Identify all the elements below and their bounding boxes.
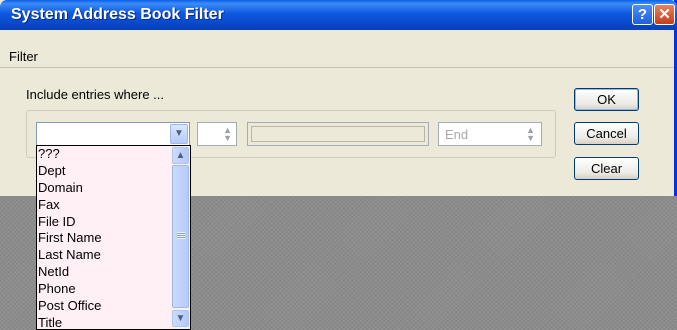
list-item[interactable]: File ID (37, 214, 171, 231)
spin-arrows-icon[interactable]: ▲ ▼ (526, 126, 535, 143)
clear-button[interactable]: Clear (574, 157, 639, 180)
menu-filter[interactable]: Filter (9, 49, 38, 64)
close-icon: ✕ (658, 6, 671, 23)
chevron-down-icon[interactable]: ▼ (170, 124, 188, 144)
scrollbar-thumb[interactable] (172, 165, 189, 308)
list-item[interactable]: Post Office (37, 298, 171, 315)
scroll-up-icon[interactable]: ▲ (172, 147, 189, 164)
help-button[interactable]: ? (632, 4, 653, 25)
value-field[interactable] (247, 122, 429, 146)
list-item[interactable]: ??? (37, 146, 171, 163)
scroll-down-icon[interactable]: ▼ (172, 310, 189, 327)
end-spin-value: End (445, 127, 469, 142)
ok-button[interactable]: OK (574, 88, 639, 111)
help-icon: ? (637, 6, 648, 23)
list-item[interactable]: Title (37, 315, 171, 329)
dropdown-scrollbar[interactable]: ▲ ▼ (171, 146, 190, 329)
dropdown-options: ??? Dept Domain Fax File ID First Name L… (37, 146, 171, 329)
include-entries-label: Include entries where ... (26, 87, 165, 102)
list-item[interactable]: Domain (37, 180, 171, 197)
list-item[interactable]: First Name (37, 230, 171, 247)
cancel-button[interactable]: Cancel (574, 122, 639, 145)
end-spin[interactable]: End ▲ ▼ (438, 122, 542, 146)
value-field-inner (251, 126, 425, 142)
field-dropdown-list[interactable]: ??? Dept Domain Fax File ID First Name L… (36, 145, 191, 330)
list-item[interactable]: Phone (37, 281, 171, 298)
menu-bar: Filter (0, 30, 674, 70)
list-item[interactable]: Last Name (37, 247, 171, 264)
title-bar[interactable]: System Address Book Filter ? ✕ (0, 0, 677, 30)
close-button[interactable]: ✕ (654, 4, 675, 25)
spin-arrows-icon[interactable]: ▲ ▼ (223, 126, 232, 143)
grip-icon (177, 232, 185, 239)
list-item[interactable]: Dept (37, 163, 171, 180)
list-item[interactable]: NetId (37, 264, 171, 281)
window-title: System Address Book Filter (11, 6, 224, 23)
menu-divider (0, 67, 674, 68)
operator-spin[interactable]: ▲ ▼ (197, 122, 237, 146)
list-item[interactable]: Fax (37, 197, 171, 214)
field-combo[interactable]: ▼ (36, 122, 190, 146)
